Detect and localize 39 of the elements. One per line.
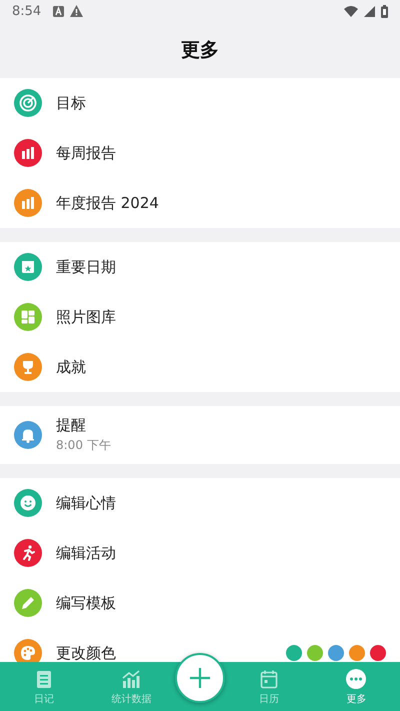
item-subtitle: 8:00 下午 [56,437,112,454]
color-swatch[interactable] [307,645,323,661]
wifi-icon [344,6,358,16]
item-label: 编辑心情 [56,494,117,512]
item-label: 编辑活动 [56,544,117,562]
menu-item[interactable]: 编辑心情 [0,478,400,528]
item-label: 成就 [56,358,87,376]
item-label: 照片图库 [56,308,117,326]
item-label: 重要日期 [56,258,117,276]
item-label: 目标 [56,94,87,112]
page-title: 更多 [181,38,219,63]
menu-item[interactable]: 每周报告 [0,128,400,178]
menu-item[interactable]: 编辑活动 [0,528,400,578]
color-swatch[interactable] [370,645,386,661]
item-label: 更改颜色 [56,644,117,662]
menu-item[interactable]: 照片图库 [0,292,400,342]
item-label: 提醒 [56,416,87,435]
color-swatch[interactable] [349,645,365,661]
menu-item[interactable]: 成就 [0,342,400,392]
battery-icon [381,4,388,18]
calendar-icon [258,668,280,690]
menu-item[interactable]: 编写模板 [0,578,400,628]
menu-item[interactable]: 提醒 8:00 下午 [0,406,400,464]
warning-icon [70,5,84,17]
chart-icon [120,668,142,690]
color-swatch[interactable] [286,645,302,661]
item-label: 年度报告 2024 [56,194,160,212]
menu-item[interactable]: 年度报告 2024 [0,178,400,228]
notification-icon [53,6,64,16]
plus-icon [188,666,212,690]
menu-item[interactable]: 目标 [0,78,400,128]
menu-item[interactable]: 重要日期 [0,242,400,292]
item-label: 编写模板 [56,594,117,612]
status-time: 8:54 [12,4,42,18]
item-label: 每周报告 [56,144,117,162]
more-icon [345,668,368,690]
add-button[interactable] [175,652,225,702]
color-swatch[interactable] [328,645,344,661]
signal-icon [364,6,375,16]
